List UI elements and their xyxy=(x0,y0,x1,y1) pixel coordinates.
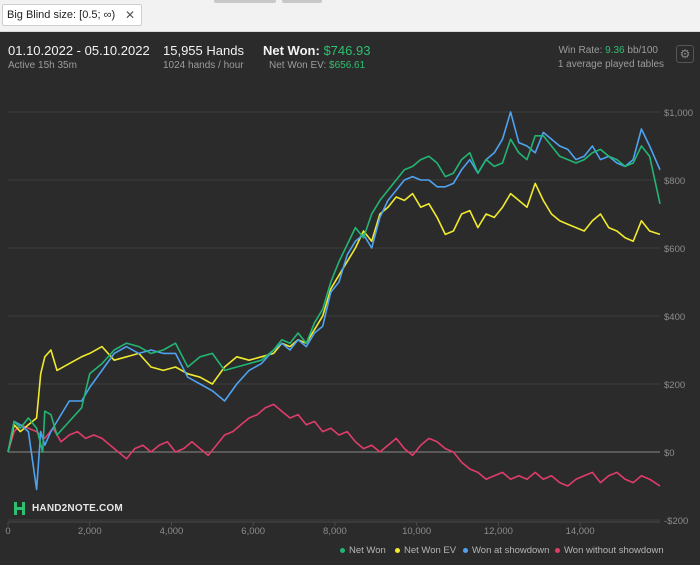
y-tick-label: -$200 xyxy=(664,516,688,527)
series-line-won-without-showdown xyxy=(7,403,661,487)
legend-dot xyxy=(395,547,400,553)
legend-dot xyxy=(340,547,345,553)
x-tick-label: 12,000 xyxy=(484,526,513,537)
y-tick-label: $200 xyxy=(664,380,685,391)
y-tick-label: $1,000 xyxy=(664,108,693,119)
y-tick-label: $800 xyxy=(664,176,685,187)
legend-label: Net Won xyxy=(349,545,386,556)
x-tick-label: 8,000 xyxy=(323,526,347,537)
legend-dot xyxy=(463,547,468,553)
x-tick-label: 6,000 xyxy=(241,526,265,537)
watermark: HAND2NOTE.COM xyxy=(14,502,123,515)
x-tick-label: 10,000 xyxy=(402,526,431,537)
watermark-text: HAND2NOTE.COM xyxy=(31,503,123,515)
x-tick-label: 14,000 xyxy=(566,526,595,537)
y-tick-label: $0 xyxy=(664,448,675,459)
y-tick-label: $600 xyxy=(664,244,685,255)
line-chart: $1,000 $800 $600 $400 $200 $0 -$200 0 2,000 4,000… xyxy=(5,108,693,537)
series-line-won-at-showdown xyxy=(7,111,661,491)
series-line-net-won xyxy=(7,135,661,453)
x-tick-label: 4,000 xyxy=(160,526,184,537)
legend-label: Won at showdown xyxy=(472,545,550,556)
legend-label: Net Won EV xyxy=(404,545,457,556)
legend-dot xyxy=(555,547,560,553)
x-tick-label: 0 xyxy=(5,526,10,537)
hand2note-logo-icon xyxy=(14,502,25,515)
legend-item-net-won[interactable]: Net Won xyxy=(340,545,386,556)
legend-item-won-without-showdown[interactable]: Won without showdown xyxy=(555,545,664,556)
series-line-net-won-ev xyxy=(7,182,661,453)
y-tick-label: $400 xyxy=(664,312,685,323)
legend-label: Won without showdown xyxy=(564,545,664,556)
legend-item-net-won-ev[interactable]: Net Won EV xyxy=(395,545,456,556)
x-tick-label: 2,000 xyxy=(78,526,102,537)
legend-item-won-at-showdown[interactable]: Won at showdown xyxy=(463,545,549,556)
